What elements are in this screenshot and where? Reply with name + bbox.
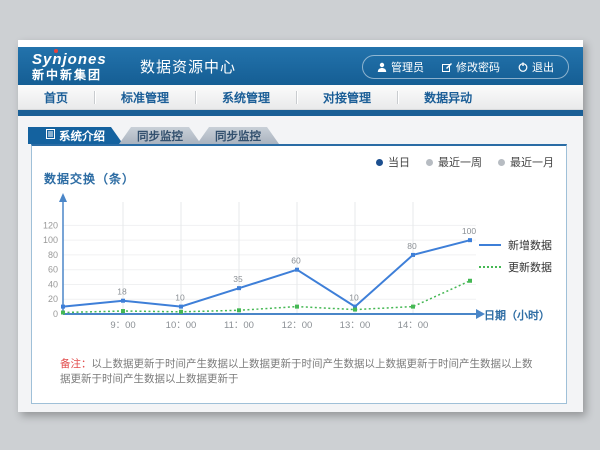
- nav-item-home[interactable]: 首页: [18, 89, 94, 106]
- main-nav: 首页 标准管理 系统管理 对接管理 数据异动: [18, 85, 583, 110]
- change-password-label: 修改密码: [456, 59, 500, 75]
- svg-text:100: 100: [43, 235, 58, 245]
- logout-label: 退出: [532, 59, 554, 75]
- footnote-prefix: 备注：: [60, 358, 92, 370]
- logo-company-name: 新中新集团: [32, 69, 132, 81]
- filter-last-month[interactable]: 最近一月: [498, 154, 554, 170]
- svg-text:13：00: 13：00: [340, 320, 371, 331]
- logo-accent-dot: [54, 49, 58, 53]
- change-password-button[interactable]: 修改密码: [442, 59, 500, 75]
- tab-bar: 系统介绍 同步监控 同步监控: [28, 127, 583, 144]
- dotted-line-icon: [479, 266, 501, 268]
- radio-dot-icon: [426, 159, 433, 166]
- svg-text:120: 120: [43, 220, 58, 230]
- tab-sync-monitor-1[interactable]: 同步监控: [119, 127, 201, 144]
- user-menu: 管理员 修改密码 退出: [362, 55, 569, 79]
- y-axis-title: 数据交换（条）: [44, 170, 135, 187]
- filter-today[interactable]: 当日: [376, 154, 410, 170]
- content-area: 系统介绍 同步监控 同步监控 当日 最近一周: [18, 116, 583, 412]
- time-range-filters: 当日 最近一周 最近一月: [376, 154, 554, 170]
- logout-button[interactable]: 退出: [518, 59, 554, 75]
- tab-sync-monitor-2[interactable]: 同步监控: [197, 127, 279, 144]
- legend-label: 新增数据: [508, 237, 552, 253]
- svg-text:10: 10: [349, 293, 359, 303]
- app-header: Synjones 新中新集团 数据资源中心 管理员 修改密码: [18, 47, 583, 85]
- legend-label: 更新数据: [508, 259, 552, 275]
- page-title: 数据资源中心: [140, 56, 236, 77]
- page-top-strip: [18, 40, 583, 47]
- tab-label: 系统介绍: [59, 128, 105, 144]
- document-icon: [46, 129, 55, 142]
- svg-text:60: 60: [291, 256, 301, 266]
- svg-text:12：00: 12：00: [282, 320, 313, 331]
- svg-text:日期（小时）: 日期（小时）: [484, 308, 550, 322]
- filter-label: 最近一月: [510, 154, 554, 170]
- filter-label: 当日: [388, 154, 410, 170]
- svg-text:14：00: 14：00: [398, 320, 429, 331]
- nav-item-data-change[interactable]: 数据异动: [398, 89, 498, 106]
- filter-label: 最近一周: [438, 154, 482, 170]
- chart-legend: 新增数据 更新数据: [479, 234, 552, 278]
- logo-wordmark: Synjones: [32, 52, 132, 67]
- svg-text:11：00: 11：00: [224, 320, 254, 331]
- svg-text:20: 20: [48, 294, 58, 304]
- user-account-button[interactable]: 管理员: [377, 59, 424, 75]
- power-icon: [518, 62, 528, 72]
- svg-text:10：00: 10：00: [166, 320, 197, 331]
- legend-item-updated-data: 更新数据: [479, 256, 552, 278]
- footnote-text: 以上数据更新于时间产生数据以上数据更新于时间产生数据以上数据更新于时间产生数据以…: [60, 358, 533, 385]
- svg-text:40: 40: [48, 279, 58, 289]
- legend-item-new-data: 新增数据: [479, 234, 552, 256]
- radio-dot-icon: [376, 159, 383, 166]
- radio-dot-icon: [498, 159, 505, 166]
- solid-line-icon: [479, 244, 501, 246]
- nav-item-interface-mgmt[interactable]: 对接管理: [297, 89, 397, 106]
- filter-last-week[interactable]: 最近一周: [426, 154, 482, 170]
- chart-panel: 当日 最近一周 最近一月 数据交换（条） 0 20 40 60 80 100 120 9：00…: [31, 144, 567, 404]
- user-account-label: 管理员: [391, 59, 424, 75]
- svg-text:0: 0: [53, 309, 58, 319]
- tab-label: 同步监控: [215, 128, 261, 144]
- user-icon: [377, 62, 387, 72]
- edit-icon: [442, 62, 452, 72]
- nav-item-standard-mgmt[interactable]: 标准管理: [95, 89, 195, 106]
- svg-text:18: 18: [117, 287, 127, 297]
- tab-label: 同步监控: [137, 128, 183, 144]
- svg-text:60: 60: [48, 265, 58, 275]
- app-window: Synjones 新中新集团 数据资源中心 管理员 修改密码: [18, 40, 583, 412]
- svg-text:9：00: 9：00: [110, 320, 135, 331]
- company-logo: Synjones 新中新集团: [32, 52, 132, 81]
- svg-text:35: 35: [233, 274, 243, 284]
- svg-text:100: 100: [462, 226, 476, 236]
- footnote: 备注：以上数据更新于时间产生数据以上数据更新于时间产生数据以上数据更新于时间产生…: [60, 357, 540, 386]
- svg-text:80: 80: [407, 241, 417, 251]
- nav-item-system-mgmt[interactable]: 系统管理: [196, 89, 296, 106]
- svg-text:10: 10: [175, 293, 185, 303]
- tab-system-intro[interactable]: 系统介绍: [28, 127, 123, 144]
- svg-text:80: 80: [48, 250, 58, 260]
